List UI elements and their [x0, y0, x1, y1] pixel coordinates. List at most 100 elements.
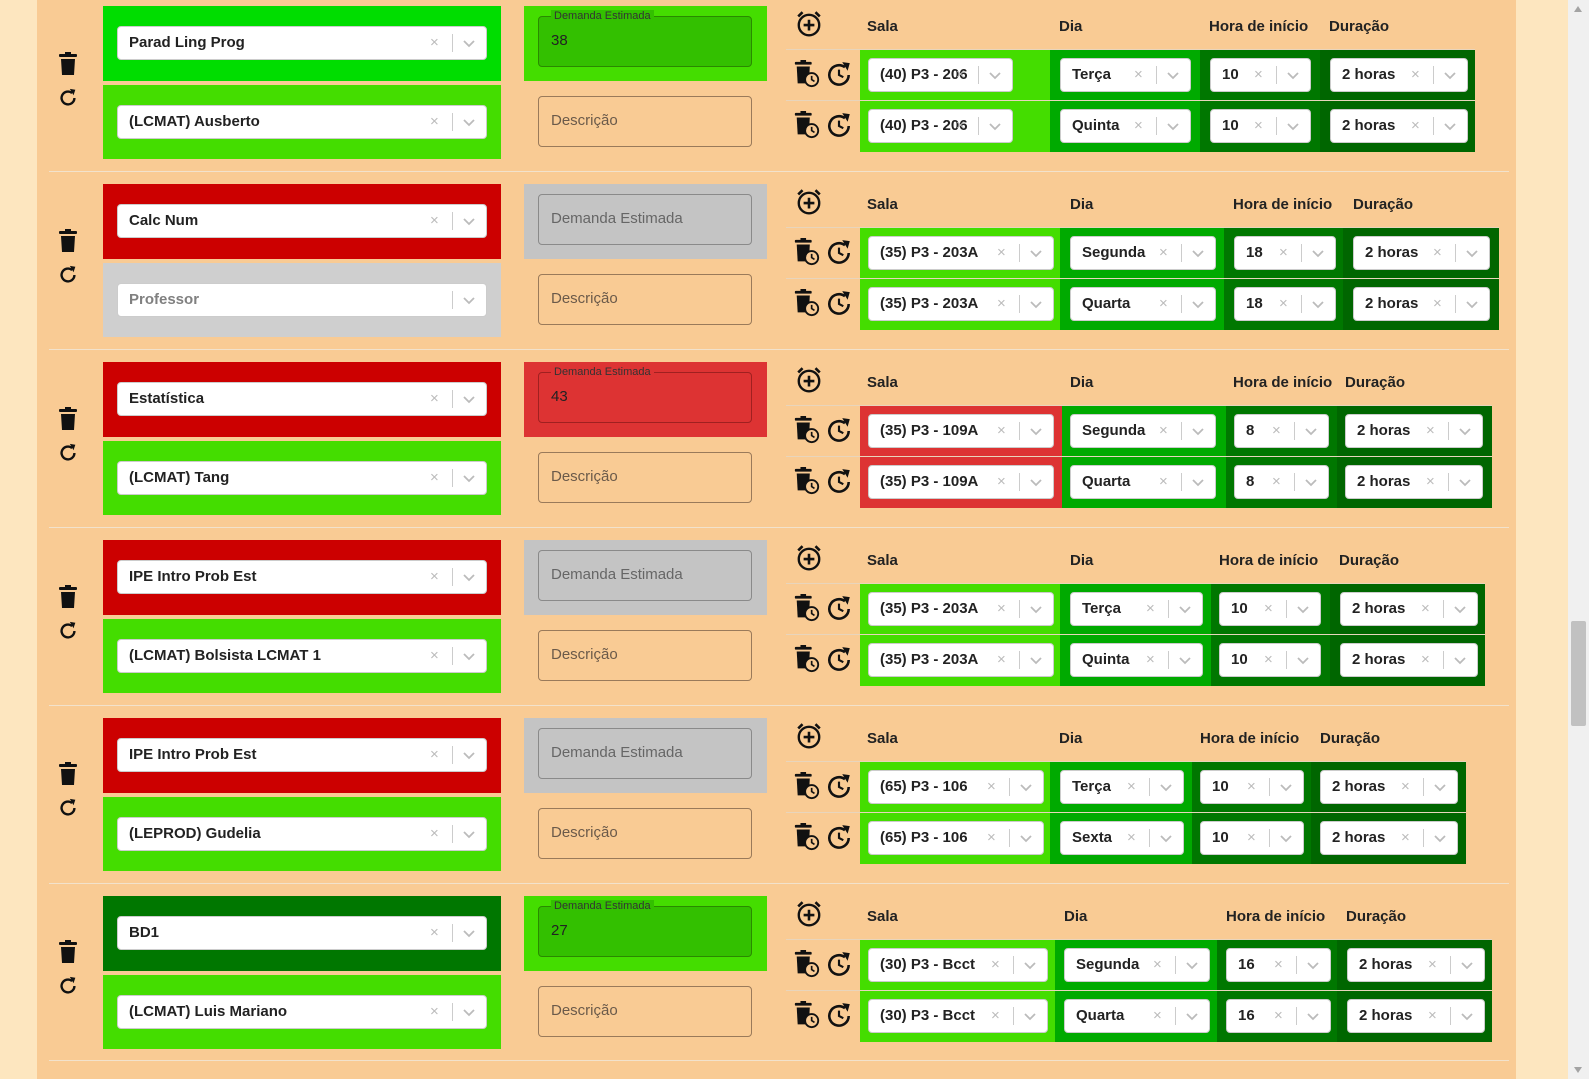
clear-icon[interactable]: × — [1279, 237, 1288, 269]
chevron-down-icon[interactable] — [1029, 424, 1043, 438]
chevron-down-icon[interactable] — [1460, 958, 1474, 972]
duracao-select[interactable]: 2 horas × — [1347, 948, 1485, 982]
chevron-down-icon[interactable] — [1296, 653, 1310, 667]
clear-icon[interactable]: × — [1159, 466, 1168, 498]
chevron-down-icon[interactable] — [462, 570, 476, 584]
chevron-down-icon[interactable] — [1458, 424, 1472, 438]
chevron-down-icon[interactable] — [462, 748, 476, 762]
dia-select[interactable]: Terça × — [1070, 592, 1203, 626]
dia-select[interactable]: Segunda × — [1064, 948, 1210, 982]
clear-icon[interactable]: × — [1146, 593, 1155, 625]
clear-icon[interactable]: × — [1274, 949, 1283, 981]
trash-clock-icon[interactable] — [793, 950, 821, 978]
clear-icon[interactable]: × — [1272, 466, 1281, 498]
chevron-down-icon[interactable] — [462, 214, 476, 228]
sala-select[interactable]: (35) P3 - 203A × — [868, 643, 1054, 677]
clear-icon[interactable]: × — [997, 288, 1006, 320]
chevron-down-icon[interactable] — [1029, 246, 1043, 260]
clear-icon[interactable]: × — [1272, 415, 1281, 447]
clear-icon[interactable]: × — [1433, 288, 1442, 320]
chevron-down-icon[interactable] — [1029, 602, 1043, 616]
trash-clock-icon[interactable] — [793, 60, 821, 88]
clear-icon[interactable]: × — [956, 59, 965, 91]
clear-icon[interactable]: × — [997, 415, 1006, 447]
trash-clock-icon[interactable] — [793, 594, 821, 622]
scroll-down-arrow-icon[interactable] — [1574, 1067, 1582, 1073]
chevron-down-icon[interactable] — [462, 926, 476, 940]
clear-icon[interactable]: × — [1279, 288, 1288, 320]
hora-select[interactable]: 10 × — [1210, 58, 1311, 92]
dia-select[interactable]: Segunda × — [1070, 414, 1216, 448]
hora-select[interactable]: 8 × — [1234, 465, 1329, 499]
dia-select[interactable]: Quarta × — [1070, 465, 1216, 499]
refresh-clock-icon[interactable] — [825, 951, 853, 979]
chevron-down-icon[interactable] — [1458, 475, 1472, 489]
hora-select[interactable]: 10 × — [1200, 770, 1304, 804]
clear-icon[interactable]: × — [1401, 771, 1410, 803]
chevron-down-icon[interactable] — [1306, 958, 1320, 972]
chevron-down-icon[interactable] — [1029, 653, 1043, 667]
vertical-scrollbar[interactable] — [1568, 0, 1589, 1079]
duracao-select[interactable]: 2 horas × — [1330, 109, 1468, 143]
chevron-down-icon[interactable] — [1433, 831, 1447, 845]
clear-icon[interactable]: × — [1264, 644, 1273, 676]
chevron-down-icon[interactable] — [1159, 780, 1173, 794]
chevron-down-icon[interactable] — [1433, 780, 1447, 794]
chevron-down-icon[interactable] — [1443, 119, 1457, 133]
clear-icon[interactable]: × — [1254, 110, 1263, 142]
chevron-down-icon[interactable] — [1453, 602, 1467, 616]
sala-select[interactable]: (65) P3 - 106 × — [868, 821, 1044, 855]
trash-clock-icon[interactable] — [793, 111, 821, 139]
chevron-down-icon[interactable] — [1279, 780, 1293, 794]
chevron-down-icon[interactable] — [1286, 68, 1300, 82]
alarm-plus-icon[interactable] — [795, 722, 823, 750]
chevron-down-icon[interactable] — [1023, 1009, 1037, 1023]
clear-icon[interactable]: × — [1274, 1000, 1283, 1032]
clear-icon[interactable]: × — [1159, 237, 1168, 269]
chevron-down-icon[interactable] — [1023, 958, 1037, 972]
duracao-select[interactable]: 2 horas × — [1340, 643, 1478, 677]
dia-select[interactable]: Sexta × — [1060, 821, 1184, 855]
chevron-down-icon[interactable] — [1311, 246, 1325, 260]
clear-icon[interactable]: × — [1254, 59, 1263, 91]
chevron-down-icon[interactable] — [462, 36, 476, 50]
chevron-down-icon[interactable] — [1304, 475, 1318, 489]
chevron-down-icon[interactable] — [1279, 831, 1293, 845]
scrollbar-thumb[interactable] — [1571, 621, 1586, 726]
clear-icon[interactable]: × — [997, 593, 1006, 625]
clear-icon[interactable]: × — [1159, 288, 1168, 320]
sala-select[interactable]: (65) P3 - 106 × — [868, 770, 1044, 804]
trash-clock-icon[interactable] — [793, 289, 821, 317]
refresh-clock-icon[interactable] — [825, 239, 853, 267]
chevron-down-icon[interactable] — [1159, 831, 1173, 845]
duracao-select[interactable]: 2 horas × — [1353, 236, 1490, 270]
hora-select[interactable]: 18 × — [1234, 287, 1336, 321]
alarm-plus-icon[interactable] — [795, 900, 823, 928]
trash-clock-icon[interactable] — [793, 238, 821, 266]
clear-icon[interactable]: × — [1247, 771, 1256, 803]
dia-select[interactable]: Quarta × — [1070, 287, 1216, 321]
chevron-down-icon[interactable] — [1185, 958, 1199, 972]
chevron-down-icon[interactable] — [1019, 780, 1033, 794]
refresh-clock-icon[interactable] — [825, 595, 853, 623]
refresh-clock-icon[interactable] — [825, 417, 853, 445]
hora-select[interactable]: 16 × — [1226, 948, 1331, 982]
sala-select[interactable]: (30) P3 - Bcct × — [868, 999, 1048, 1033]
duracao-select[interactable]: 2 horas × — [1345, 414, 1483, 448]
alarm-plus-icon[interactable] — [795, 188, 823, 216]
dia-select[interactable]: Quinta × — [1060, 109, 1191, 143]
refresh-clock-icon[interactable] — [825, 61, 853, 89]
clear-icon[interactable]: × — [1127, 822, 1136, 854]
clear-icon[interactable]: × — [1421, 644, 1430, 676]
alarm-plus-icon[interactable] — [795, 10, 823, 38]
clear-icon[interactable]: × — [997, 466, 1006, 498]
chevron-down-icon[interactable] — [1191, 475, 1205, 489]
refresh-clock-icon[interactable] — [825, 1002, 853, 1030]
clear-icon[interactable]: × — [1159, 415, 1168, 447]
clear-icon[interactable]: × — [997, 644, 1006, 676]
duracao-select[interactable]: 2 horas × — [1353, 287, 1490, 321]
clear-icon[interactable]: × — [1247, 822, 1256, 854]
chevron-down-icon[interactable] — [1460, 1009, 1474, 1023]
hora-select[interactable]: 10 × — [1200, 821, 1304, 855]
chevron-down-icon[interactable] — [1019, 831, 1033, 845]
